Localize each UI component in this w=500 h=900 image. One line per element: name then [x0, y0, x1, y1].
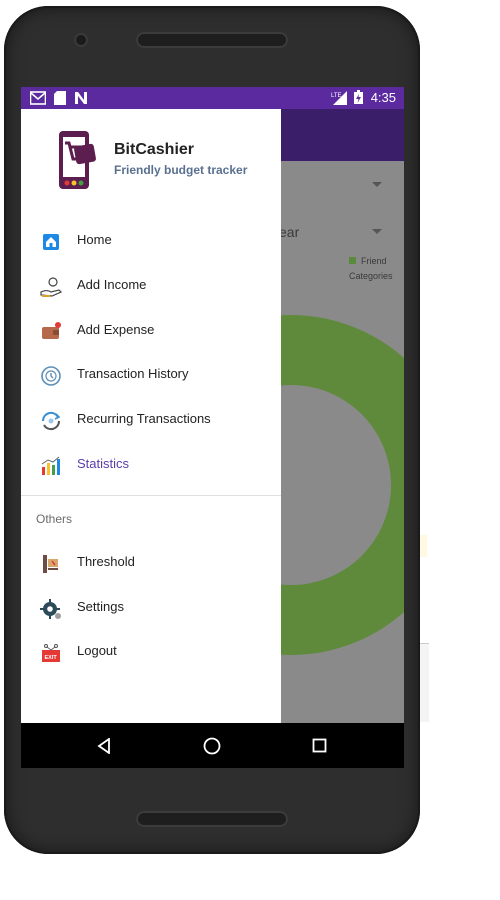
- menu-item-home[interactable]: Home: [21, 219, 281, 263]
- menu-item-logout[interactable]: EXIT Logout: [21, 630, 281, 674]
- bottom-speaker: [136, 811, 288, 827]
- chevron-down-icon[interactable]: [372, 229, 382, 234]
- add-income-icon: [40, 277, 62, 297]
- settings-icon: [40, 599, 61, 619]
- statistics-icon: [41, 456, 60, 475]
- back-icon[interactable]: [97, 738, 111, 754]
- system-navigation-bar: [21, 723, 404, 768]
- phone-screen: ear Friend Categories LTE 4:35 BitCashie…: [21, 87, 404, 768]
- app-tagline: Friendly budget tracker: [114, 163, 248, 177]
- navigation-drawer: BitCashier Friendly budget tracker Home …: [21, 109, 281, 723]
- year-dropdown-value[interactable]: ear: [279, 224, 299, 240]
- svg-text:EXIT: EXIT: [45, 655, 58, 661]
- menu-item-transaction-history[interactable]: Transaction History: [21, 353, 281, 397]
- status-bar: LTE 4:35: [21, 87, 404, 109]
- n-notification-icon: [75, 92, 87, 104]
- lte-signal-icon: LTE: [331, 91, 347, 105]
- menu-item-statistics[interactable]: Statistics: [21, 443, 281, 487]
- menu-item-settings[interactable]: Settings: [21, 586, 281, 630]
- recurring-transactions-icon: [41, 411, 61, 431]
- menu-item-add-income[interactable]: Add Income: [21, 264, 281, 308]
- menu-label: Threshold: [77, 554, 135, 569]
- menu-item-add-expense[interactable]: Add Expense: [21, 309, 281, 353]
- threshold-icon: [43, 555, 58, 573]
- menu-item-threshold[interactable]: Threshold: [21, 541, 281, 585]
- menu-label: Home: [77, 232, 112, 247]
- logout-icon: EXIT: [42, 644, 60, 662]
- menu-divider: [21, 495, 281, 496]
- menu-label: Settings: [77, 599, 124, 614]
- background-panel: [419, 643, 429, 722]
- menu-label: Recurring Transactions: [77, 411, 211, 426]
- gmail-icon: [30, 91, 46, 105]
- section-heading-others: Others: [36, 512, 73, 526]
- legend-label: Friend: [361, 256, 387, 266]
- add-expense-icon: [42, 322, 61, 339]
- sd-card-icon: [54, 91, 66, 105]
- legend-label: Categories: [349, 271, 393, 281]
- app-name: BitCashier: [114, 141, 195, 158]
- background-panel-2: [419, 750, 429, 790]
- home-icon: [43, 234, 59, 250]
- battery-charging-icon: [354, 90, 363, 104]
- menu-label: Transaction History: [77, 366, 189, 381]
- chevron-down-icon[interactable]: [372, 182, 382, 187]
- menu-label: Statistics: [77, 456, 130, 471]
- legend-swatch: [349, 257, 356, 264]
- menu-label: Add Expense: [77, 322, 155, 337]
- top-speaker: [136, 32, 288, 48]
- menu-label: Add Income: [77, 277, 147, 292]
- menu-label: Logout: [77, 643, 117, 658]
- recents-icon[interactable]: [312, 738, 328, 754]
- home-nav-icon[interactable]: [203, 737, 221, 755]
- menu-item-recurring-transactions[interactable]: Recurring Transactions: [21, 398, 281, 442]
- front-camera: [76, 35, 86, 45]
- transaction-history-icon: [41, 366, 61, 386]
- status-time: 4:35: [370, 90, 396, 105]
- svg-text:LTE: LTE: [331, 93, 342, 99]
- bitcashier-logo: [59, 131, 96, 189]
